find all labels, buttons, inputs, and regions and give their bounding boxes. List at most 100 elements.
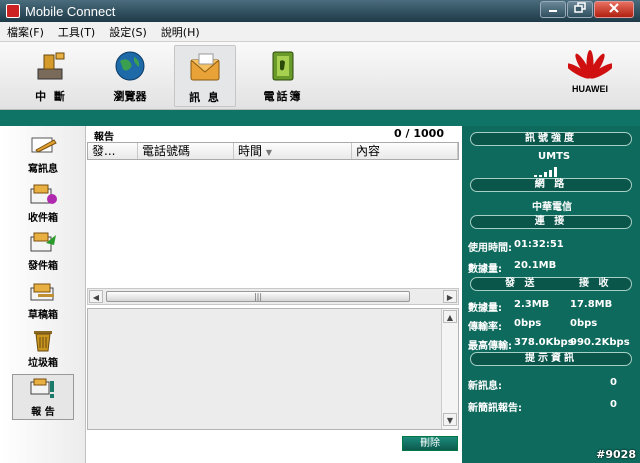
new-message-count: 0 bbox=[610, 377, 617, 388]
minimize-button[interactable] bbox=[540, 1, 566, 18]
logo-text: HUAWEI bbox=[572, 84, 608, 94]
disconnect-icon bbox=[37, 52, 65, 80]
max-rate-send: 378.0Kbps bbox=[514, 337, 574, 348]
browser-button[interactable]: 瀏覽器 bbox=[99, 45, 161, 107]
nav-drafts-label: 草稿箱 bbox=[28, 310, 58, 321]
scroll-left-icon[interactable]: ◀ bbox=[89, 290, 103, 303]
max-rate-label: 最高傳輸: bbox=[468, 341, 512, 352]
disconnect-button[interactable]: 中 斷 bbox=[20, 45, 82, 107]
data-sent: 2.3MB bbox=[514, 299, 550, 310]
envelope-icon bbox=[190, 53, 220, 81]
new-report-count: 0 bbox=[610, 399, 617, 410]
message-list[interactable] bbox=[87, 160, 459, 288]
list-title: 報告 bbox=[94, 132, 114, 143]
message-list-panel: 報告 0 / 1000 發... 電話號碼 時間 ▼ 內容 ◀ ||| ▶ ▲ … bbox=[86, 126, 462, 463]
data-total: 20.1MB bbox=[514, 260, 557, 271]
sort-arrow-icon: ▼ bbox=[265, 148, 272, 157]
nav-compose-label: 寫訊息 bbox=[28, 164, 58, 175]
rate-send: 0bps bbox=[514, 318, 542, 329]
column-headers: 發... 電話號碼 時間 ▼ 內容 bbox=[87, 142, 459, 160]
nav-compose[interactable]: 寫訊息 bbox=[12, 132, 74, 178]
huawei-flower-icon bbox=[568, 50, 612, 79]
new-message-label: 新訊息: bbox=[468, 381, 502, 392]
vertical-scrollbar[interactable]: ▲ ▼ bbox=[441, 309, 458, 429]
menu-file[interactable]: 檔案(F) bbox=[0, 24, 51, 40]
header-band bbox=[0, 110, 640, 126]
operator-name: 中華電信 bbox=[532, 202, 572, 213]
data-volume-label: 數據量: bbox=[468, 303, 502, 314]
column-time[interactable]: 時間 ▼ bbox=[234, 143, 352, 159]
phonebook-label: 電話簿 bbox=[263, 90, 303, 103]
send-header: 發 送 bbox=[505, 278, 538, 289]
new-report-label: 新簡訊報告: bbox=[468, 403, 522, 414]
inbox-icon bbox=[30, 184, 57, 204]
title-bar: Mobile Connect bbox=[0, 0, 640, 22]
horizontal-scrollbar[interactable]: ◀ ||| ▶ bbox=[87, 288, 459, 305]
scroll-right-icon[interactable]: ▶ bbox=[443, 290, 457, 303]
sent-icon bbox=[30, 232, 56, 252]
report-icon bbox=[30, 378, 54, 398]
column-time-label: 時間 bbox=[238, 144, 263, 158]
nav-inbox[interactable]: 收件箱 bbox=[12, 181, 74, 227]
message-count: 0 / 1000 bbox=[394, 127, 444, 140]
nav-trash-label: 垃圾箱 bbox=[28, 358, 58, 369]
rate-receive: 0bps bbox=[570, 318, 598, 329]
nav-drafts[interactable]: 草稿箱 bbox=[12, 278, 74, 324]
watermark-text: #9028 bbox=[596, 448, 636, 461]
delete-button[interactable]: 刪除 bbox=[402, 436, 458, 451]
globe-icon bbox=[115, 51, 145, 81]
info-header: 提示資訊 bbox=[470, 352, 632, 366]
disconnect-label: 中 斷 bbox=[35, 90, 67, 103]
column-sender[interactable]: 發... bbox=[88, 143, 138, 159]
send-receive-header: 發 送 接 收 bbox=[470, 277, 632, 291]
compose-icon bbox=[31, 137, 57, 153]
max-rate-receive: 990.2Kbps bbox=[570, 337, 630, 348]
window-title: Mobile Connect bbox=[25, 3, 116, 19]
phonebook-icon bbox=[272, 51, 294, 81]
nav-reports[interactable]: 報 告 bbox=[12, 374, 74, 420]
close-icon bbox=[609, 3, 619, 13]
close-button[interactable] bbox=[594, 1, 634, 18]
menu-bar: 檔案(F) 工具(T) 設定(S) 說明(H) bbox=[0, 22, 640, 42]
minimize-icon bbox=[549, 10, 557, 12]
usage-time: 01:32:51 bbox=[514, 239, 564, 250]
phonebook-button[interactable]: 電話簿 bbox=[252, 45, 314, 107]
list-header: 報告 0 / 1000 bbox=[86, 126, 462, 143]
menu-settings[interactable]: 設定(S) bbox=[102, 24, 154, 40]
scroll-up-icon[interactable]: ▲ bbox=[443, 310, 457, 323]
column-content[interactable]: 內容 bbox=[352, 143, 458, 159]
drafts-icon bbox=[30, 283, 54, 301]
nav-reports-label: 報 告 bbox=[31, 407, 55, 418]
rate-label: 傳輸率: bbox=[468, 322, 502, 333]
messages-button[interactable]: 訊 息 bbox=[174, 45, 236, 107]
nav-sent-label: 發件箱 bbox=[28, 261, 58, 272]
menu-help[interactable]: 說明(H) bbox=[154, 24, 207, 40]
network-type: UMTS bbox=[538, 151, 571, 162]
scroll-down-icon[interactable]: ▼ bbox=[443, 413, 457, 426]
signal-strength-header: 訊號強度 bbox=[470, 132, 632, 146]
trash-icon bbox=[34, 331, 52, 352]
usage-time-label: 使用時間: bbox=[468, 243, 512, 254]
browser-label: 瀏覽器 bbox=[113, 90, 147, 103]
restore-button[interactable] bbox=[567, 1, 593, 18]
nav-trash[interactable]: 垃圾箱 bbox=[12, 326, 74, 372]
connection-header: 連 接 bbox=[470, 215, 632, 229]
message-preview: ▲ ▼ bbox=[87, 308, 459, 430]
nav-inbox-label: 收件箱 bbox=[28, 213, 58, 224]
column-phone[interactable]: 電話號碼 bbox=[138, 143, 234, 159]
main-toolbar: 中 斷 瀏覽器 訊 息 電話簿 HUAWEI bbox=[0, 42, 640, 110]
menu-tools[interactable]: 工具(T) bbox=[51, 24, 102, 40]
message-folder-nav: 寫訊息 收件箱 發件箱 草稿箱 垃圾箱 報 告 bbox=[0, 126, 86, 463]
data-received: 17.8MB bbox=[570, 299, 613, 310]
network-header: 網 路 bbox=[470, 178, 632, 192]
data-total-label: 數據量: bbox=[468, 264, 502, 275]
signal-bars-icon bbox=[534, 167, 564, 177]
scrollbar-thumb[interactable]: ||| bbox=[106, 291, 410, 302]
status-panel: 訊號強度 UMTS 網 路 中華電信 連 接 使用時間: 01:32:51 數據… bbox=[462, 126, 640, 463]
nav-sent[interactable]: 發件箱 bbox=[12, 229, 74, 275]
huawei-logo: HUAWEI bbox=[562, 48, 618, 104]
restore-icon bbox=[574, 2, 586, 13]
messages-label: 訊 息 bbox=[189, 91, 221, 104]
receive-header: 接 收 bbox=[579, 278, 612, 289]
app-icon bbox=[6, 4, 20, 18]
